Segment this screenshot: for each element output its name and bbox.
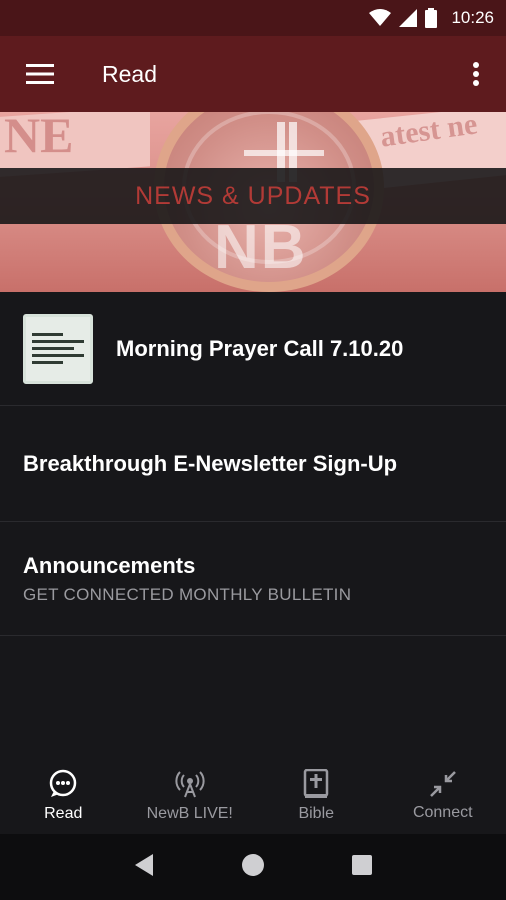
recents-icon[interactable] bbox=[351, 854, 373, 881]
banner-heading: NEWS & UPDATES bbox=[135, 181, 371, 210]
banner-ghost-text-left: NE bbox=[4, 112, 74, 163]
list-item-newsletter[interactable]: Breakthrough E-Newsletter Sign-Up bbox=[0, 406, 506, 522]
tab-label: NewB LIVE! bbox=[146, 805, 233, 822]
list-item-title: Breakthrough E-Newsletter Sign-Up bbox=[23, 450, 398, 476]
connect-icon bbox=[429, 771, 456, 797]
tab-label: Read bbox=[44, 805, 83, 822]
hamburger-icon bbox=[26, 64, 54, 84]
broadcast-icon bbox=[175, 771, 205, 798]
battery-icon bbox=[425, 8, 438, 28]
bible-icon bbox=[304, 769, 329, 798]
tab-connect[interactable]: Connect bbox=[380, 758, 506, 834]
tab-label: Connect bbox=[412, 804, 473, 821]
overflow-menu-button[interactable] bbox=[446, 36, 506, 112]
banner-heading-strip: NEWS & UPDATES bbox=[0, 168, 506, 224]
news-banner[interactable]: NE atest ne NB NEWS & UPDATES bbox=[0, 112, 506, 292]
wifi-icon bbox=[369, 9, 392, 27]
tab-read[interactable]: Read bbox=[0, 758, 127, 834]
more-vertical-icon bbox=[473, 62, 479, 86]
back-icon[interactable] bbox=[133, 853, 155, 882]
list-item-subtitle: GET CONNECTED MONTHLY BULLETIN bbox=[23, 584, 352, 604]
system-navigation-bar bbox=[0, 834, 506, 900]
status-bar: 10:26 bbox=[0, 0, 506, 36]
app-bar: Read bbox=[0, 36, 506, 112]
bottom-navigation: Read NewB LIVE! Bible Connect bbox=[0, 758, 506, 834]
clock: 10:26 bbox=[451, 8, 494, 27]
tab-bible[interactable]: Bible bbox=[253, 758, 380, 834]
list-item-title: Morning Prayer Call 7.10.20 bbox=[116, 335, 404, 361]
read-list: Morning Prayer Call 7.10.20 Breakthrough… bbox=[0, 292, 506, 636]
chat-bubble-icon bbox=[50, 769, 77, 797]
menu-button[interactable] bbox=[0, 36, 80, 112]
list-item-morning-prayer[interactable]: Morning Prayer Call 7.10.20 bbox=[0, 292, 506, 406]
sloth-quote-thumbnail bbox=[23, 313, 93, 384]
tab-newb-live[interactable]: NewB LIVE! bbox=[127, 758, 254, 834]
list-item-announcements[interactable]: Announcements GET CONNECTED MONTHLY BULL… bbox=[0, 522, 506, 636]
tab-label: Bible bbox=[298, 805, 335, 822]
home-icon[interactable] bbox=[241, 853, 265, 882]
page-title: Read bbox=[102, 60, 157, 87]
list-item-title: Announcements bbox=[23, 552, 196, 578]
cell-signal-icon bbox=[399, 9, 418, 27]
